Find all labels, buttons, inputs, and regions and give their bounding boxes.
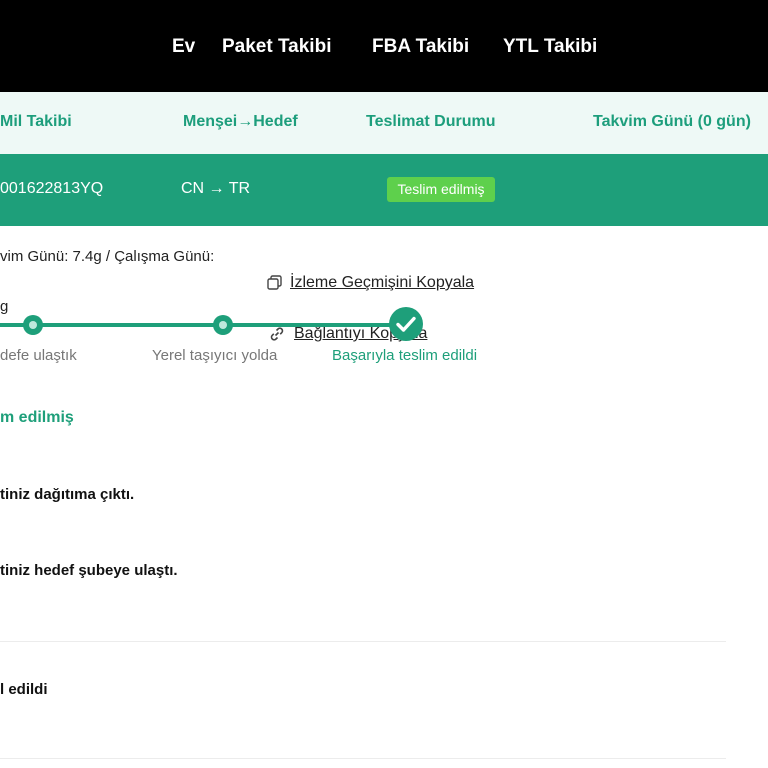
top-navigation: Ev Paket Takibi FBA Takibi YTL Takibi [0,0,768,92]
copy-icon[interactable] [267,275,283,291]
header-origin-destination: Menşei→Hedef [183,113,298,130]
nav-home[interactable]: Ev [172,36,195,58]
step-label-delivered: Başarıyla teslim edildi [332,347,478,364]
copy-history-link[interactable]: İzleme Geçmişini Kopyala [290,274,474,292]
divider [0,641,726,642]
partial-text-g: g [0,298,9,315]
nav-fba-tracking[interactable]: FBA Takibi [372,36,469,58]
days-summary: vim Günü: 7.4g / Çalışma Günü: [0,248,215,265]
event-arrived-branch: tiniz hedef şubeye ulaştı. [0,562,178,579]
check-circle-icon [389,307,423,341]
step-label-arrived: defe ulaştık [0,347,77,364]
route: CN → TR [181,180,251,197]
divider [0,758,726,759]
step-dot-arrived [23,315,43,335]
step-label-in-transit: Yerel taşıyıcı yolda [152,347,278,364]
event-delivered: l edildi [0,681,48,698]
step-dot-in-transit [213,315,233,335]
tracking-table-row[interactable]: 001622813YQ CN → TR [0,154,768,226]
status-badge: Teslim edilmiş [387,177,495,202]
link-icon[interactable] [269,326,285,342]
tracking-number: 001622813YQ [0,180,104,197]
event-out-for-delivery: tiniz dağıtıma çıktı. [0,486,135,503]
current-status: m edilmiş [0,409,74,426]
header-calendar-days: Takvim Günü (0 gün) [593,113,751,130]
nav-ytl-tracking[interactable]: YTL Takibi [503,36,597,58]
header-mile-tracking: Mil Takibi [0,113,72,130]
progress-line [0,323,400,327]
header-delivery-status: Teslimat Durumu [366,113,496,130]
tracking-table-header: Mil Takibi Menşei→Hedef Teslimat Durumu … [0,92,768,154]
nav-package-tracking[interactable]: Paket Takibi [222,36,331,58]
